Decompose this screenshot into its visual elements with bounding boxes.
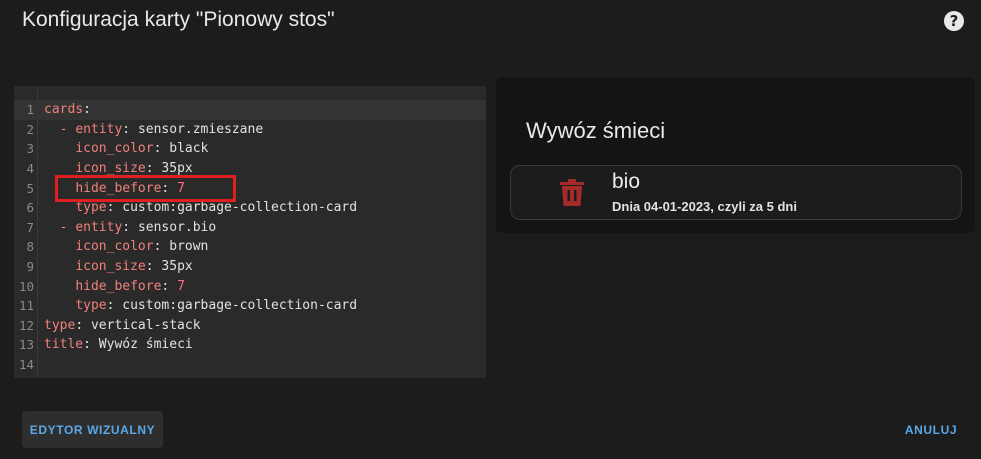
line-number: 14 <box>18 357 34 373</box>
entity-card[interactable]: bio Dnia 04-01-2023, czyli za 5 dni <box>510 165 962 220</box>
code-text: - entity: sensor.bio <box>44 219 217 235</box>
code-text: hide_before: 7 <box>75 278 185 294</box>
line-number: 1 <box>26 102 34 118</box>
line-number: 6 <box>26 200 34 216</box>
yaml-code-editor[interactable]: 1 cards: 2 - entity: sensor.zmieszane 3 ico… <box>14 86 486 378</box>
dialog-title: Konfiguracja karty "Pionowy stos" <box>22 8 335 31</box>
line-number: 7 <box>26 219 34 235</box>
code-line[interactable]: 4 icon_size: 35px <box>14 159 486 179</box>
yaml-value: sensor.zmieszane <box>137 121 264 137</box>
code-text: icon_color: brown <box>75 239 209 255</box>
entity-name: bio <box>612 170 641 193</box>
yaml-value: 7 <box>177 180 185 196</box>
yaml-key: hide_before <box>75 180 162 196</box>
code-text: type: custom:garbage-collection-card <box>75 298 358 314</box>
yaml-key: icon_color <box>75 141 154 157</box>
code-text: type: vertical-stack <box>44 317 201 333</box>
yaml-value: 35px <box>161 161 193 177</box>
yaml-value: custom:garbage-collection-card <box>122 298 358 314</box>
yaml-key: type <box>75 200 107 216</box>
code-text: icon_color: black <box>75 141 209 157</box>
yaml-value: vertical-stack <box>90 317 201 333</box>
code-line[interactable]: 1 cards: <box>14 100 486 120</box>
yaml-key: icon_size <box>75 161 146 177</box>
line-number: 2 <box>26 121 34 137</box>
code-line[interactable]: 10 hide_before: 7 <box>14 276 486 296</box>
cancel-button[interactable]: ANULUJ <box>896 411 966 448</box>
code-line[interactable]: 6 type: custom:garbage-collection-card <box>14 198 486 218</box>
code-text: icon_size: 35px <box>75 259 193 275</box>
code-line[interactable]: 7 - entity: sensor.bio <box>14 218 486 238</box>
yaml-value: black <box>169 141 209 157</box>
yaml-key: icon_size <box>75 259 146 275</box>
yaml-key: icon_color <box>75 239 154 255</box>
line-number: 12 <box>18 317 34 333</box>
code-line[interactable]: 13 title: Wywóz śmieci <box>14 335 486 355</box>
line-number: 9 <box>26 259 34 275</box>
code-line[interactable]: 8 icon_color: brown <box>14 237 486 257</box>
yaml-value: 7 <box>177 278 185 294</box>
yaml-key: type <box>75 298 107 314</box>
code-text: type: custom:garbage-collection-card <box>75 200 358 216</box>
code-text: cards: <box>44 102 91 118</box>
code-text: hide_before: 7 <box>75 180 185 196</box>
yaml-key: entity <box>75 219 123 235</box>
help-icon[interactable]: ? <box>944 11 964 31</box>
yaml-value: brown <box>169 239 209 255</box>
card-preview: Wywóz śmieci bio Dnia 04-01-2023, czyli … <box>496 77 975 233</box>
yaml-key: hide_before <box>75 278 162 294</box>
yaml-key: cards <box>44 102 84 118</box>
code-line[interactable]: 9 icon_size: 35px <box>14 257 486 277</box>
code-line[interactable]: 14 <box>14 355 486 375</box>
yaml-value: custom:garbage-collection-card <box>122 200 358 216</box>
code-text: title: Wywóz śmieci <box>44 337 193 353</box>
code-line[interactable]: 3 icon_color: black <box>14 139 486 159</box>
yaml-key: type <box>44 317 76 333</box>
line-number: 8 <box>26 239 34 255</box>
code-line[interactable]: 5 hide_before: 7 <box>14 178 486 198</box>
yaml-key: title <box>44 337 84 353</box>
line-number: 3 <box>26 141 34 157</box>
yaml-value: 35px <box>161 259 193 275</box>
line-number: 4 <box>26 161 34 177</box>
line-number: 5 <box>26 180 34 196</box>
yaml-value: sensor.bio <box>137 219 217 235</box>
line-number: 13 <box>18 337 34 353</box>
visual-editor-button[interactable]: EDYTOR WIZUALNY <box>22 411 163 448</box>
yaml-key: entity <box>75 121 123 137</box>
code-text: - entity: sensor.zmieszane <box>44 121 264 137</box>
preview-title: Wywóz śmieci <box>526 118 666 143</box>
entity-detail: Dnia 04-01-2023, czyli za 5 dni <box>612 199 797 214</box>
code-line[interactable]: 2 - entity: sensor.zmieszane <box>14 120 486 140</box>
code-line[interactable]: 11 type: custom:garbage-collection-card <box>14 296 486 316</box>
code-text: icon_size: 35px <box>75 161 193 177</box>
line-number: 10 <box>18 278 34 294</box>
line-number: 11 <box>18 298 34 314</box>
trash-can-icon <box>560 179 584 206</box>
yaml-value: Wywóz śmieci <box>98 337 193 353</box>
code-line[interactable]: 12 type: vertical-stack <box>14 316 486 336</box>
